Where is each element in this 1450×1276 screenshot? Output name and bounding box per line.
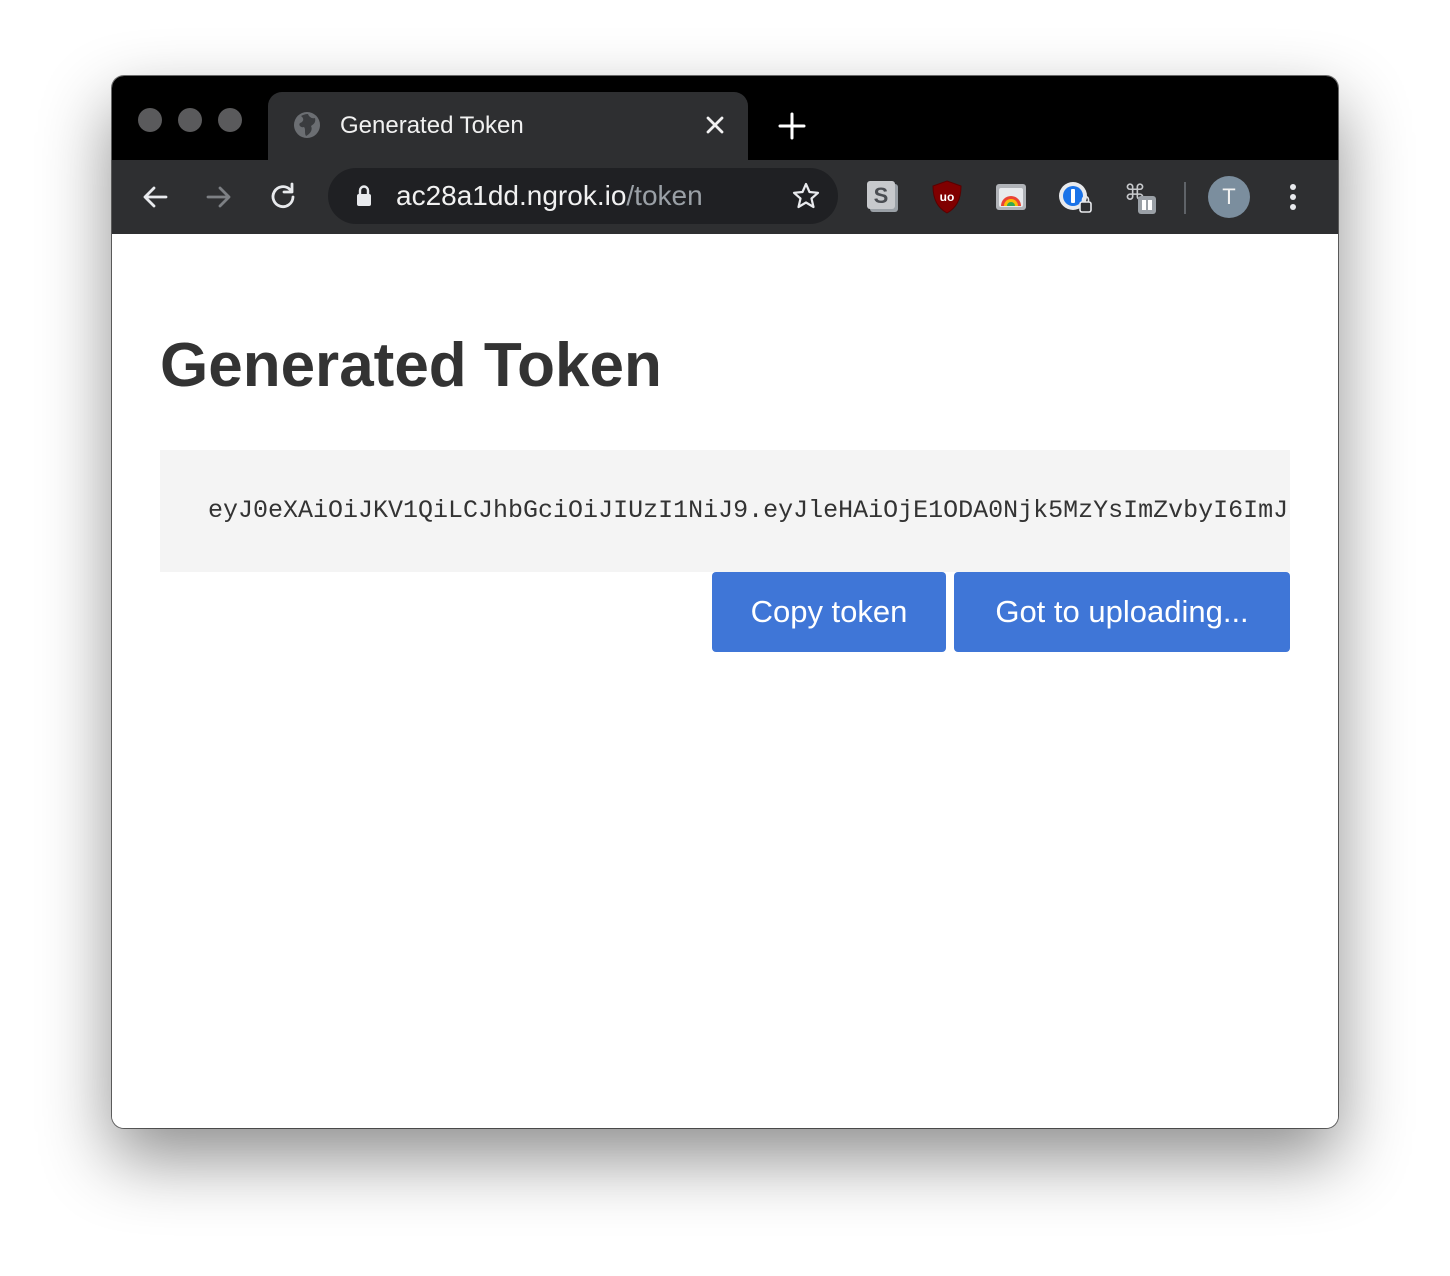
profile-avatar[interactable]: T	[1208, 176, 1250, 218]
more-menu-icon[interactable]	[1278, 180, 1308, 214]
browser-window: Generated Token ac28a1dd.ngrok.io/token	[112, 76, 1338, 1128]
toolbar-divider	[1184, 182, 1186, 214]
tab-generated-token[interactable]: Generated Token	[268, 92, 748, 160]
address-bar[interactable]: ac28a1dd.ngrok.io/token	[328, 168, 838, 224]
password-manager-icon[interactable]	[1056, 178, 1094, 216]
chromecast-extension-icon[interactable]	[992, 178, 1030, 216]
new-tab-icon[interactable]	[776, 110, 808, 142]
page-title: Generated Token	[160, 331, 662, 400]
tab-strip: Generated Token	[112, 76, 1338, 160]
browser-toolbar: ac28a1dd.ngrok.io/token S uo ⌘ T	[112, 160, 1338, 234]
go-to-uploading-button[interactable]: Got to uploading...	[954, 572, 1290, 652]
copy-token-button[interactable]: Copy token	[712, 572, 946, 652]
url-path: /token	[626, 180, 703, 211]
close-tab-icon[interactable]	[700, 110, 730, 140]
token-text[interactable]: eyJ0eXAiOiJKV1QiLCJhbGciOiJIUzI1NiJ9.eyJ…	[208, 494, 1290, 528]
forward-arrow-icon[interactable]	[202, 180, 236, 214]
url-host: ac28a1dd.ngrok.io	[396, 180, 627, 211]
page-content: Generated Token eyJ0eXAiOiJKV1QiLCJhbGci…	[112, 234, 1338, 1128]
stylus-extension-icon[interactable]: S	[864, 178, 902, 216]
token-display: eyJ0eXAiOiJKV1QiLCJhbGciOiJIUzI1NiJ9.eyJ…	[160, 450, 1290, 572]
minimize-window-button[interactable]	[178, 108, 202, 132]
url-text: ac28a1dd.ngrok.io/token	[396, 180, 703, 212]
back-arrow-icon[interactable]	[138, 180, 172, 214]
zoom-window-button[interactable]	[218, 108, 242, 132]
close-window-button[interactable]	[138, 108, 162, 132]
svg-text:S: S	[874, 183, 889, 208]
lock-icon[interactable]	[350, 182, 378, 210]
globe-icon	[294, 112, 320, 138]
svg-text:uo: uo	[940, 190, 955, 204]
reload-icon[interactable]	[266, 180, 300, 214]
shortcut-extension-icon[interactable]: ⌘	[1120, 178, 1158, 216]
ublock-origin-icon[interactable]: uo	[928, 178, 966, 216]
tab-title: Generated Token	[340, 112, 524, 139]
bookmark-star-icon[interactable]	[790, 180, 822, 212]
